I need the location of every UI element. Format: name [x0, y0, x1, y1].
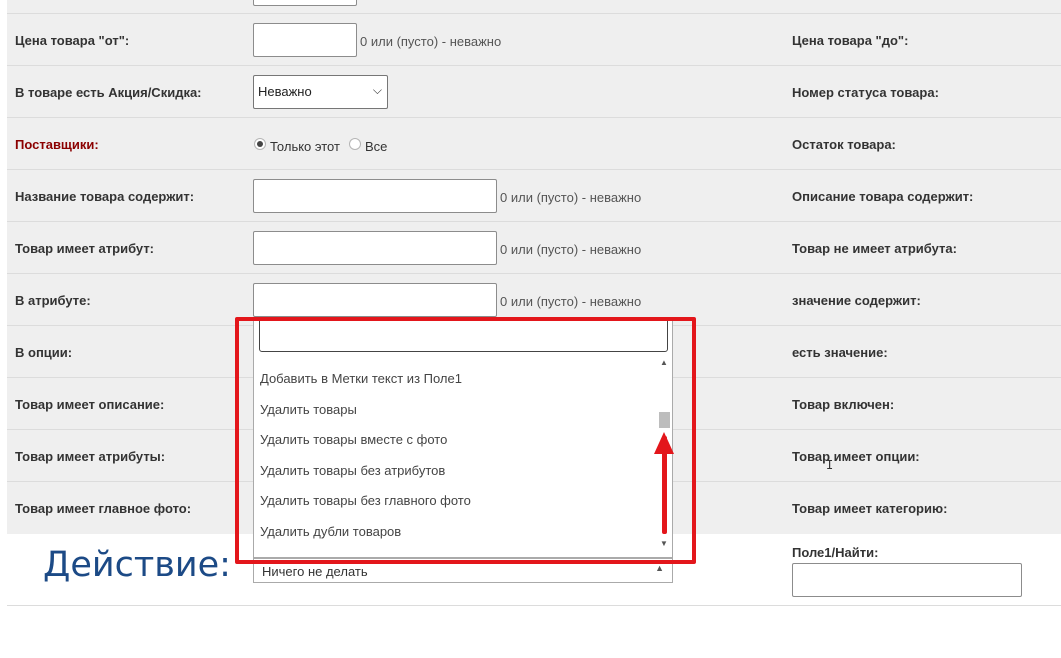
price-from-hint: 0 или (пусто) - неважно [360, 34, 502, 49]
form-row-promo: В товаре есть Акция/Скидка: Неважно ⌵ Но… [7, 66, 1061, 118]
has-value-label: есть значение: [792, 345, 888, 360]
form-row-name-contains: Название товара содержит: 0 или (пусто) … [7, 170, 1061, 222]
description-contains-label: Описание товара содержит: [792, 189, 974, 204]
action-select-value: Ничего не делать [262, 564, 368, 579]
field1-input[interactable] [792, 563, 1022, 597]
name-contains-input[interactable] [253, 179, 497, 213]
has-main-photo-label: Товар имеет главное фото: [15, 501, 192, 516]
suppliers-label: Поставщики: [15, 137, 99, 152]
action-title: Действие: [43, 545, 231, 585]
in-attribute-input[interactable] [253, 283, 497, 317]
name-contains-label: Название товара содержит: [15, 189, 195, 204]
in-option-label: В опции: [15, 345, 73, 360]
no-attribute-label: Товар не имеет атрибута: [792, 241, 957, 256]
field1-label: Поле1/Найти: [792, 545, 879, 560]
has-attributes-label: Товар имеет атрибуты: [15, 449, 166, 464]
status-number-label: Номер статуса товара: [792, 85, 939, 100]
promo-select-value: Неважно [258, 84, 312, 99]
has-description-label: Товар имеет описание: [15, 397, 165, 412]
divider [7, 605, 1061, 606]
supplier-all-radio[interactable] [349, 138, 361, 150]
price-from-label: Цена товара "от": [15, 33, 130, 48]
value-contains-label: значение содержит: [792, 293, 921, 308]
has-attribute-label: Товар имеет атрибут: [15, 241, 155, 256]
has-attribute-hint: 0 или (пусто) - неважно [500, 242, 642, 257]
supplier-all-label: Все [365, 139, 388, 154]
top-partial-input[interactable] [253, 0, 357, 6]
in-attribute-hint: 0 или (пусто) - неважно [500, 294, 642, 309]
price-from-input[interactable] [253, 23, 357, 57]
promo-label: В товаре есть Акция/Скидка: [15, 85, 202, 100]
promo-select[interactable]: Неважно ⌵ [253, 75, 388, 109]
text-cursor-icon: I [826, 458, 834, 472]
stock-label: Остаток товара: [792, 137, 896, 152]
annotation-highlight-box [235, 317, 696, 564]
form-row-has-attribute: Товар имеет атрибут: 0 или (пусто) - нев… [7, 222, 1061, 274]
caret-up-icon: ▲ [655, 563, 664, 573]
price-to-label: Цена товара "до": [792, 33, 909, 48]
supplier-only-this-label: Только этот [270, 139, 340, 154]
form-row-price: Цена товара "от": 0 или (пусто) - неважн… [7, 14, 1061, 66]
has-attribute-input[interactable] [253, 231, 497, 265]
annotation-arrow-head-icon [654, 432, 674, 454]
form-row-suppliers: Поставщики: Только этот Все Остаток това… [7, 118, 1061, 170]
chevron-down-icon: ⌵ [372, 83, 382, 97]
in-attribute-label: В атрибуте: [15, 293, 91, 308]
has-category-label: Товар имеет категорию: [792, 501, 948, 516]
has-options-label: Товар имеет опции: [792, 449, 920, 464]
supplier-only-this-radio[interactable] [254, 138, 266, 150]
form-row-top [7, 0, 1061, 14]
enabled-label: Товар включен: [792, 397, 895, 412]
name-contains-hint: 0 или (пусто) - неважно [500, 190, 642, 205]
